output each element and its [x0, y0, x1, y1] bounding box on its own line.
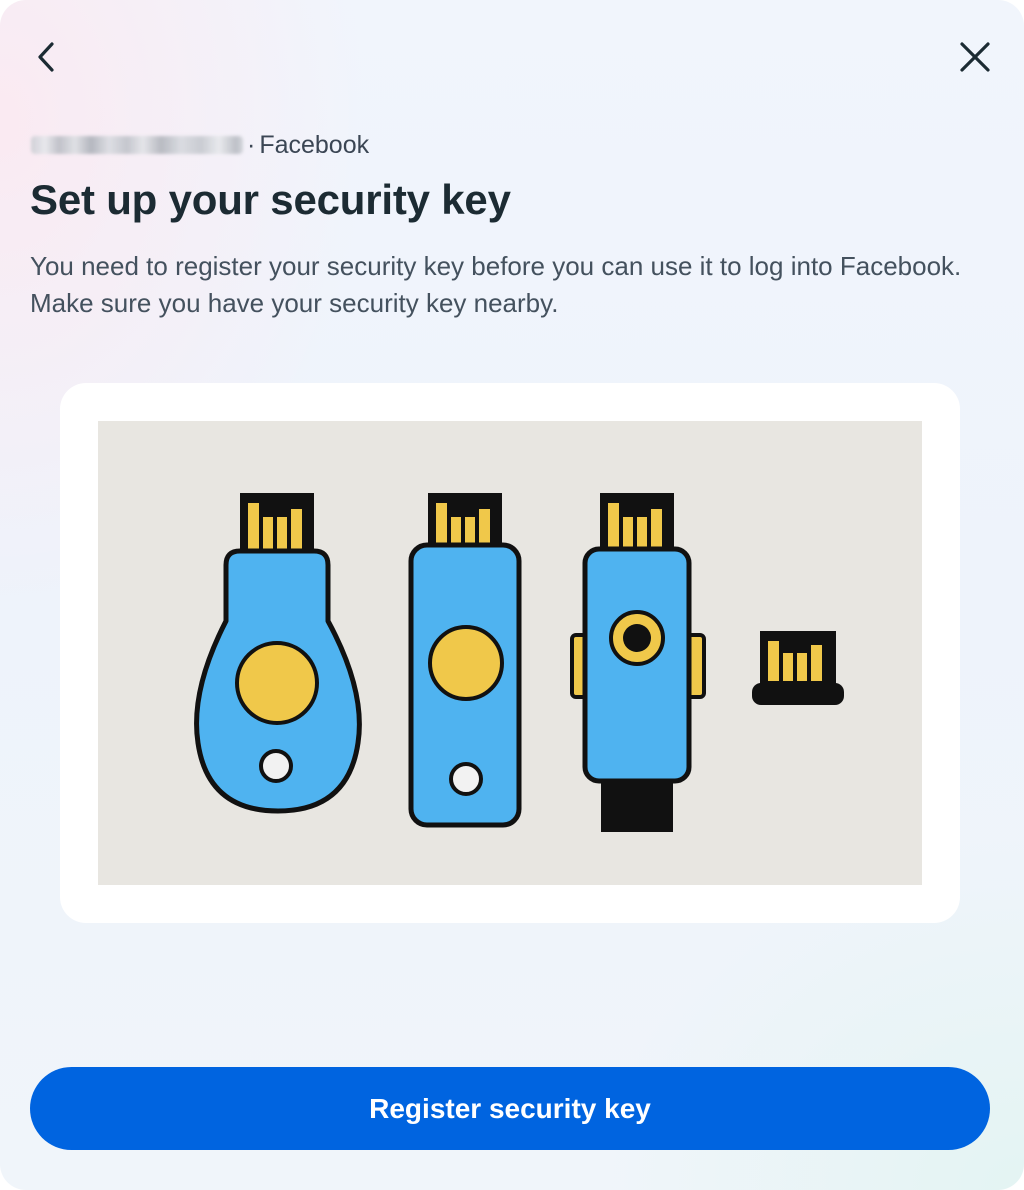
breadcrumb-separator: ·	[247, 130, 256, 159]
security-key-with-cap	[570, 493, 706, 832]
security-keys-illustration	[98, 421, 922, 885]
security-key-teardrop	[194, 493, 362, 814]
redacted-account-name	[31, 136, 243, 154]
account-breadcrumb: · Facebook	[31, 128, 369, 162]
close-icon	[958, 40, 992, 74]
back-button[interactable]	[24, 35, 68, 79]
app-name: Facebook	[259, 130, 370, 159]
illustration-card	[60, 383, 960, 923]
security-key-nano	[752, 631, 844, 705]
security-key-rectangular	[408, 493, 522, 828]
page-title: Set up your security key	[30, 176, 511, 223]
page-description: You need to register your security key b…	[30, 251, 962, 318]
register-security-key-button[interactable]: Register security key	[30, 1067, 990, 1150]
security-key-dialog: · Facebook Set up your security key You …	[0, 0, 1024, 1190]
close-button[interactable]	[953, 35, 997, 79]
chevron-left-icon	[34, 40, 58, 74]
